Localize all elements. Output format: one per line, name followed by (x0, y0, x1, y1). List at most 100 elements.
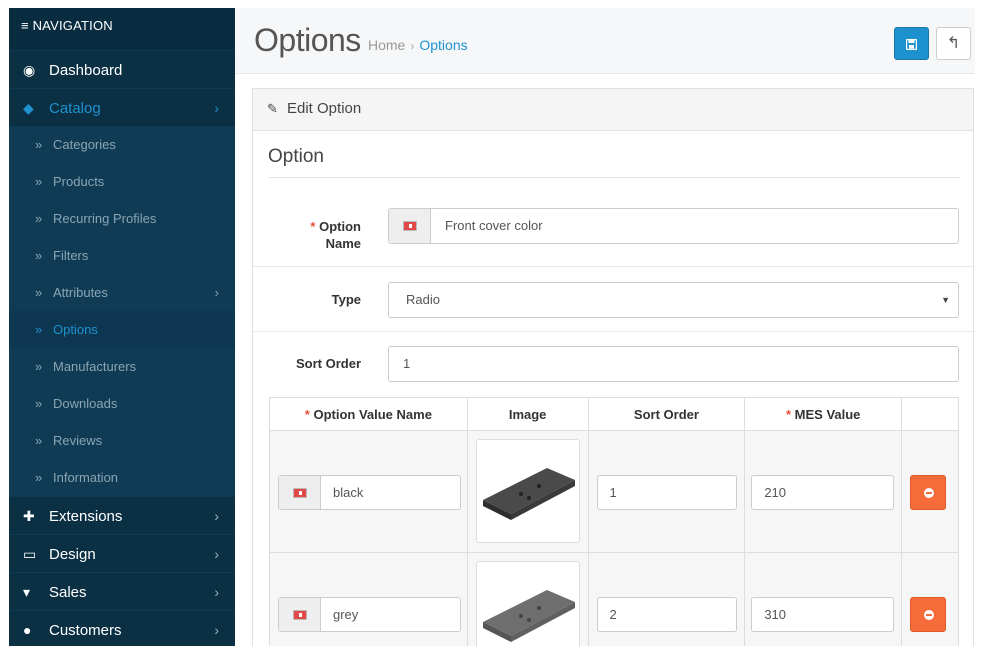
option-value-name-input[interactable]: grey (278, 597, 461, 632)
sidebar-item-filters[interactable]: » Filters (9, 237, 235, 274)
table-row: black 1 210 (269, 430, 959, 553)
back-button[interactable]: ↰ (936, 27, 971, 60)
option-value-name: grey (333, 607, 359, 622)
sort-order-field[interactable]: 1 (388, 346, 959, 382)
product-thumbnail[interactable] (475, 561, 580, 646)
chevron-right-icon: › (214, 546, 219, 562)
cart-icon: ▾ (23, 584, 31, 600)
menu-label-sales: Sales (49, 584, 87, 601)
mes-value-cell: 310 (744, 552, 903, 646)
sidebar-item-products[interactable]: » Products (9, 163, 235, 200)
option-name-field[interactable]: Front cover color (388, 208, 959, 244)
type-value: Radio (406, 292, 440, 307)
product-thumbnail[interactable] (475, 439, 580, 543)
thumbnail-image (482, 468, 575, 520)
sort-order-label: Sort Order (295, 356, 361, 371)
sidebar-item-downloads[interactable]: » Downloads (9, 385, 235, 422)
menu-item-catalog[interactable]: ◆ Catalog › (9, 88, 235, 126)
col-header-sort-order: Sort Order (587, 397, 746, 431)
sub-label: Information (53, 470, 119, 485)
menu-item-customers[interactable]: ● Customers › (9, 610, 235, 646)
double-chevron-icon: » (35, 433, 43, 448)
page-header: Options Home › Options ↰ (235, 8, 975, 74)
sort-order-input[interactable]: 2 (596, 597, 737, 632)
sort-order-cell: 2 (587, 552, 746, 646)
table-header-row: * Option Value Name Image Sort Order * M… (269, 397, 959, 431)
save-icon (905, 38, 918, 51)
panel-heading: ✎ Edit Option (253, 89, 973, 131)
sidebar-item-options[interactable]: » Options (9, 311, 235, 348)
menu-label-design: Design (49, 546, 96, 563)
breadcrumb: Home › Options (368, 37, 468, 53)
col-label: MES Value (794, 406, 861, 422)
required-marker: * (785, 406, 792, 422)
sort-order-value: 1 (609, 485, 617, 500)
sub-label: Downloads (53, 396, 118, 411)
col-label: Option Value Name (313, 406, 432, 422)
sub-label: Reviews (53, 433, 103, 448)
sidebar-item-reviews[interactable]: » Reviews (9, 422, 235, 459)
remove-value-button[interactable] (910, 475, 947, 510)
user-icon: ● (23, 622, 32, 638)
breadcrumb-home[interactable]: Home (368, 37, 405, 53)
sort-order-input[interactable]: 1 (596, 475, 737, 510)
sidebar: ≡ NAVIGATION ◉ Dashboard ◆ Catalog › » Cate… (9, 8, 235, 646)
menu-item-dashboard[interactable]: ◉ Dashboard (9, 50, 235, 88)
language-flag-addon (279, 598, 321, 631)
sidebar-item-recurring-profiles[interactable]: » Recurring Profiles (9, 200, 235, 237)
option-value-name: black (333, 485, 364, 500)
action-cell (901, 552, 959, 646)
mes-value-input[interactable]: 210 (751, 475, 895, 510)
save-button[interactable] (894, 27, 929, 60)
image-cell (466, 552, 589, 646)
chevron-right-icon: › (214, 584, 219, 600)
menu-label-extensions: Extensions (49, 508, 123, 525)
breadcrumb-options[interactable]: Options (419, 37, 467, 53)
sub-label: Filters (53, 248, 89, 263)
monitor-icon: ▭ (23, 546, 37, 562)
sidebar-item-manufacturers[interactable]: » Manufacturers (9, 348, 235, 385)
col-header-image: Image (466, 397, 589, 431)
sidebar-item-information[interactable]: » Information (9, 459, 235, 496)
type-select[interactable]: Radio ▼ (388, 282, 959, 318)
col-header-action (901, 397, 959, 431)
option-value-name-cell: black (269, 430, 468, 553)
menu-label-customers: Customers (49, 622, 122, 639)
edit-option-panel: ✎ Edit Option Option * Option Name Front c… (252, 88, 974, 646)
sort-order-value: 2 (609, 607, 617, 622)
col-header-mes-value: * MES Value (744, 397, 903, 431)
sub-label: Attributes (53, 285, 108, 300)
breadcrumb-separator: › (410, 39, 415, 53)
puzzle-icon: ✚ (23, 508, 35, 524)
menu-item-design[interactable]: ▭ Design › (9, 534, 235, 572)
double-chevron-icon: » (35, 211, 43, 226)
option-name-label-line1: Option (319, 219, 361, 234)
menu-item-extensions[interactable]: ✚ Extensions › (9, 496, 235, 534)
sub-label: Products (53, 174, 105, 189)
option-name-label: * Option Name (293, 218, 361, 252)
image-cell (466, 430, 589, 553)
option-value-name-input[interactable]: black (278, 475, 461, 510)
chevron-right-icon: › (214, 100, 219, 116)
double-chevron-icon: » (35, 174, 43, 189)
app-window: ≡ NAVIGATION ◉ Dashboard ◆ Catalog › » Cate… (0, 0, 995, 646)
sub-label: Recurring Profiles (53, 211, 157, 226)
dashboard-icon: ◉ (23, 62, 36, 78)
double-chevron-icon: » (35, 359, 43, 374)
mes-value: 310 (764, 607, 787, 622)
thumbnail-image (482, 590, 575, 642)
menu-item-sales[interactable]: ▾ Sales › (9, 572, 235, 610)
col-header-option-value-name: * Option Value Name (269, 397, 468, 431)
option-value-name-cell: grey (269, 552, 468, 646)
chevron-down-icon: ▼ (941, 295, 950, 305)
remove-value-button[interactable] (910, 597, 947, 632)
double-chevron-icon: » (35, 470, 43, 485)
required-marker: * (304, 406, 310, 422)
option-name-label-line2: Name (325, 236, 361, 251)
chevron-right-icon: › (214, 508, 219, 524)
sidebar-item-attributes[interactable]: » Attributes › (9, 274, 235, 311)
double-chevron-icon: » (35, 396, 43, 411)
sidebar-item-categories[interactable]: » Categories (9, 126, 235, 163)
nav-header: ≡ NAVIGATION (9, 8, 235, 50)
mes-value-input[interactable]: 310 (751, 597, 895, 632)
